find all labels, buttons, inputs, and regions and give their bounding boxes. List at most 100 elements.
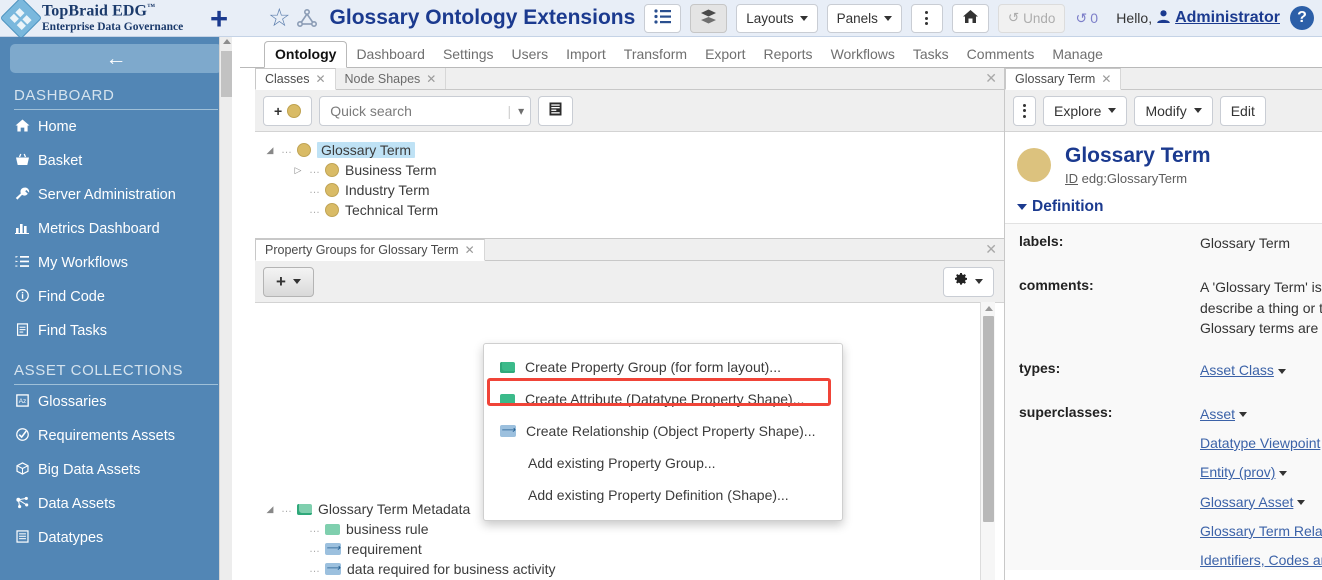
sidebar-item-find-code[interactable]: Find Code [0, 280, 232, 314]
sidebar-item-datatypes[interactable]: Datatypes [0, 521, 232, 555]
panel-close-icon[interactable]: ✕ [985, 242, 997, 256]
sidebar-item-data-assets[interactable]: Data Assets [0, 487, 232, 521]
list-view-button[interactable] [644, 4, 681, 33]
panel-tab-glossary-term[interactable]: Glossary Term ✕ [1005, 68, 1121, 90]
panel-close-icon[interactable]: ✕ [985, 71, 997, 85]
menu-item-create-property-group[interactable]: Create Property Group (for form layout).… [484, 351, 842, 383]
property-groups-scrollbar[interactable] [980, 302, 995, 580]
tab-workflows[interactable]: Workflows [822, 42, 904, 67]
close-icon[interactable]: ✕ [1101, 72, 1111, 86]
home-button[interactable] [952, 4, 989, 33]
superclass-link[interactable]: Glossary Asset [1200, 494, 1293, 510]
menu-item-add-existing-property-definition[interactable]: Add existing Property Definition (Shape)… [484, 479, 842, 511]
menu-item-create-relationship[interactable]: ⟶ Create Relationship (Object Property S… [484, 415, 842, 447]
chevron-down-icon[interactable] [1278, 369, 1286, 374]
plus-icon[interactable]: + [210, 3, 228, 34]
menu-item-create-attribute[interactable]: Create Attribute (Datatype Property Shap… [484, 383, 842, 415]
tab-dashboard[interactable]: Dashboard [347, 42, 434, 67]
tab-tasks[interactable]: Tasks [904, 42, 958, 67]
edit-button[interactable]: Edit [1220, 96, 1266, 126]
sidebar-item-big-data-assets[interactable]: Big Data Assets [0, 453, 232, 487]
superclass-link[interactable]: Identifiers, Codes and other Designators [1200, 552, 1322, 568]
kebab-icon [1023, 104, 1026, 118]
panel-tab-classes[interactable]: Classes ✕ [255, 68, 336, 90]
sidebar-scrollbar[interactable] [219, 37, 232, 580]
superclass-link[interactable]: Glossary Term Relatable [1200, 523, 1322, 539]
tree-item-business-term[interactable]: ▷ … Business Term [265, 160, 1004, 180]
tab-import[interactable]: Import [557, 42, 615, 67]
sidebar-item-requirements-assets[interactable]: Requirements Assets [0, 419, 232, 453]
user-name-link[interactable]: Administrator [1175, 9, 1280, 27]
tab-export[interactable]: Export [696, 42, 754, 67]
sidebar-item-home[interactable]: Home [0, 110, 232, 144]
help-icon[interactable]: ? [1290, 6, 1314, 30]
chevron-down-icon[interactable] [1297, 500, 1305, 505]
expand-twisty-icon[interactable]: ▷ [293, 165, 303, 176]
section-header-definition[interactable]: Definition [1005, 186, 1322, 224]
graph-icon[interactable] [296, 8, 318, 28]
sidebar-item-metrics-dashboard[interactable]: Metrics Dashboard [0, 212, 232, 246]
layers-button[interactable] [690, 4, 727, 33]
sidebar-item-basket[interactable]: Basket [0, 144, 232, 178]
menu-item-add-existing-property-group[interactable]: Add existing Property Group... [484, 447, 842, 479]
layouts-button[interactable]: Layouts [736, 4, 817, 33]
scrollbar-thumb[interactable] [221, 51, 232, 97]
tree-connector: … [281, 144, 291, 156]
tab-settings[interactable]: Settings [434, 42, 503, 67]
tab-manage[interactable]: Manage [1043, 42, 1112, 67]
add-class-button[interactable]: + [263, 96, 312, 126]
superclass-link[interactable]: Entity (prov) [1200, 464, 1275, 480]
panel-tab-node-shapes[interactable]: Node Shapes ✕ [336, 68, 447, 89]
tree-item-technical-term[interactable]: … Technical Term [265, 200, 1004, 220]
search-separator: | [508, 103, 512, 119]
back-button[interactable]: ← [10, 44, 222, 73]
chevron-down-icon[interactable] [1279, 471, 1287, 476]
detail-more-button[interactable] [1013, 96, 1036, 126]
sidebar-item-find-tasks[interactable]: Find Tasks [0, 314, 232, 348]
type-link[interactable]: Asset Class [1200, 362, 1274, 378]
star-icon[interactable]: ☆ [268, 6, 290, 31]
add-label: + [276, 273, 286, 290]
close-icon[interactable]: ✕ [426, 72, 436, 86]
superclass-link[interactable]: Datatype Viewpoint [1200, 435, 1320, 451]
classes-view-button[interactable] [538, 96, 573, 126]
chevron-down-icon[interactable] [1239, 412, 1247, 417]
add-property-button[interactable]: + [263, 267, 314, 297]
close-icon[interactable]: ✕ [465, 243, 475, 257]
close-icon[interactable]: ✕ [315, 72, 325, 86]
property-groups-settings-button[interactable] [943, 267, 994, 297]
sidebar-item-server-administration[interactable]: Server Administration [0, 178, 232, 212]
tab-ontology[interactable]: Ontology [264, 41, 347, 68]
tab-reports[interactable]: Reports [755, 42, 822, 67]
scroll-up-arrow-icon[interactable] [223, 39, 231, 44]
search-input[interactable]: Quick search | ▾ [319, 96, 531, 126]
expand-twisty-icon[interactable]: ◢ [265, 504, 275, 515]
tab-comments[interactable]: Comments [958, 42, 1044, 67]
hamburger-icon[interactable] [235, 8, 261, 29]
tree-item-industry-term[interactable]: … Industry Term [265, 180, 1004, 200]
undo-button[interactable]: ↺ Undo [998, 4, 1066, 33]
menu-item-label: Create Property Group (for form layout).… [525, 359, 781, 375]
tab-transform[interactable]: Transform [615, 42, 696, 67]
scroll-up-arrow-icon[interactable] [985, 306, 993, 311]
tree-item-glossary-term[interactable]: ◢ … Glossary Term [265, 140, 1004, 160]
brand-logo[interactable]: TopBraid EDG™ Enterprise Data Governance [0, 3, 200, 33]
explore-button[interactable]: Explore [1043, 96, 1127, 126]
panels-button[interactable]: Panels [827, 4, 902, 33]
field-label: types: [1005, 360, 1200, 380]
expand-twisty-icon[interactable]: ◢ [265, 145, 275, 156]
tree-item-business-rule[interactable]: … business rule [265, 519, 1004, 539]
sidebar-item-my-workflows[interactable]: My Workflows [0, 246, 232, 280]
sidebar-item-glossaries[interactable]: Az Glossaries [0, 385, 232, 419]
panel-tab-property-groups[interactable]: Property Groups for Glossary Term ✕ [255, 239, 485, 261]
modify-button[interactable]: Modify [1134, 96, 1212, 126]
sync-status[interactable]: ↺ 0 [1075, 10, 1098, 27]
menu-item-label: Create Attribute (Datatype Property Shap… [525, 391, 804, 407]
tab-users[interactable]: Users [503, 42, 558, 67]
tree-item-data-required[interactable]: … ⟶ data required for business activity [265, 559, 1004, 579]
superclass-link[interactable]: Asset [1200, 406, 1235, 422]
chevron-down-icon[interactable]: ▾ [518, 104, 524, 118]
more-options-button[interactable] [911, 4, 943, 33]
tree-item-requirement[interactable]: … ⟶ requirement [265, 539, 1004, 559]
scrollbar-thumb[interactable] [983, 316, 994, 522]
